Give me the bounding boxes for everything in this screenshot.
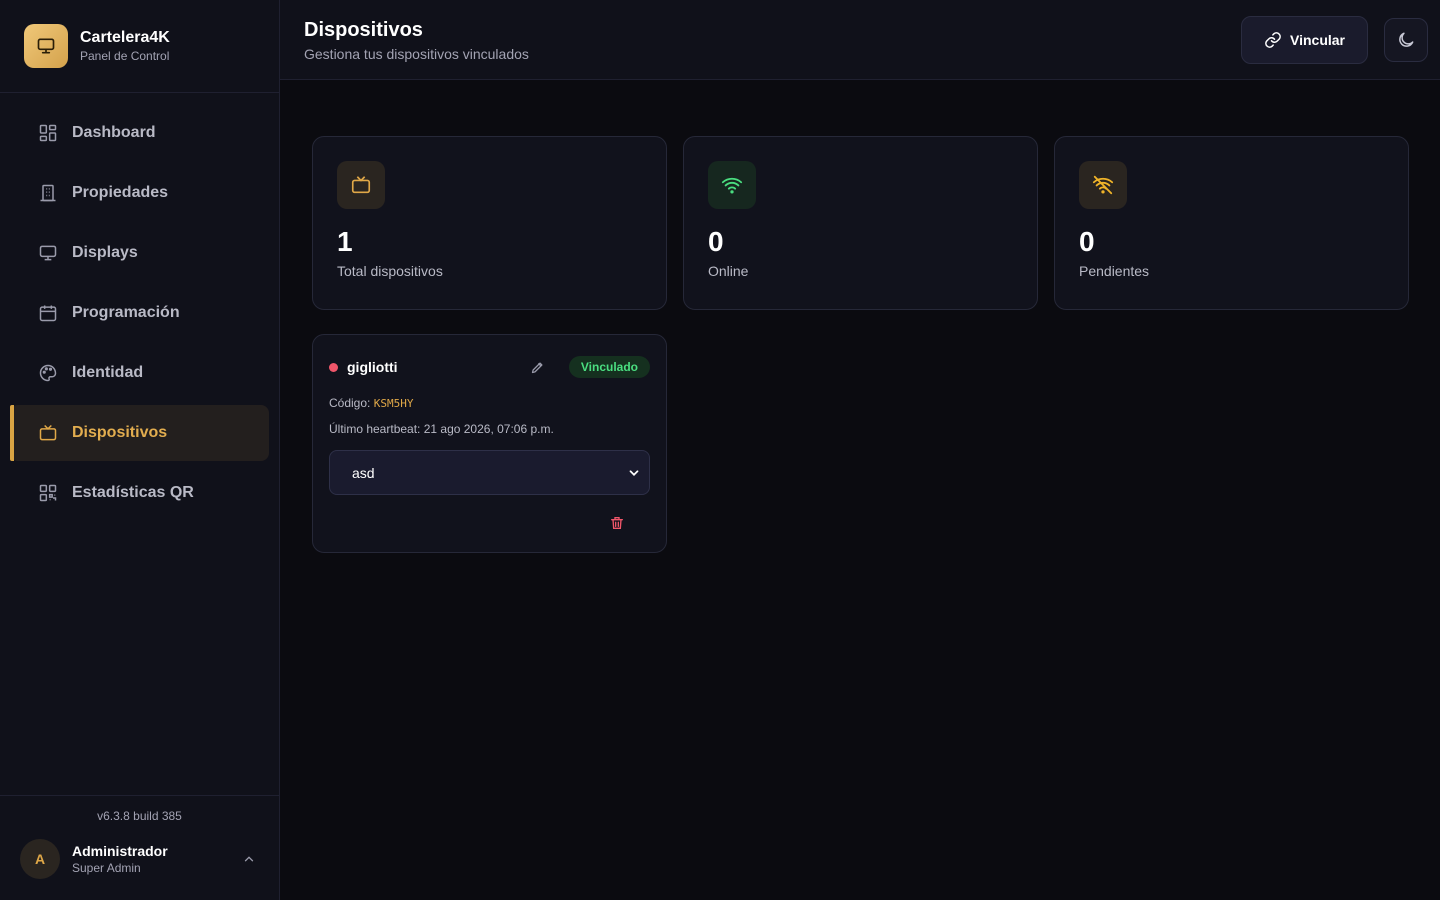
status-dot [329,362,338,372]
sidebar-item-label: Dashboard [72,124,156,141]
monitor-logo-icon [24,24,68,68]
link-device-label: Vincular [1290,31,1345,48]
monitor-icon [38,243,58,263]
pencil-icon[interactable] [529,358,547,376]
brand-title: Cartelera4K [80,29,170,46]
trash-icon[interactable] [608,514,626,532]
device-code: Código: KSM5HY [329,395,650,412]
stat-label: Total dispositivos [337,263,443,279]
display-select[interactable]: asd [329,450,650,495]
stat-label: Online [708,263,749,279]
sidebar-footer: v6.3.8 build 385 A Administrador Super A… [0,795,279,900]
brand: Cartelera4K Panel de Control [0,0,279,93]
avatar: A [20,839,60,879]
palette-icon [38,363,58,383]
moon-icon [1396,30,1416,50]
sidebar-item-label: Dispositivos [72,424,168,441]
qr-code-icon [38,483,58,503]
sidebar-item-identidad[interactable]: Identidad [10,345,269,401]
status-badge: Vinculado [568,356,650,378]
device-heartbeat: Último heartbeat: 21 ago 2026, 07:06 p.m… [329,422,554,436]
tv-icon [38,423,58,443]
stat-value: 0 [1079,226,1095,257]
page-title: Dispositivos [304,18,423,41]
sidebar: Cartelera4K Panel de Control Dashboard P… [0,0,280,900]
wifi-off-icon [1079,161,1127,209]
user-role: Super Admin [72,861,141,875]
stat-label: Pendientes [1079,263,1150,279]
tv-icon [337,161,385,209]
chevron-up-icon[interactable] [239,849,259,869]
sidebar-item-displays[interactable]: Displays [10,225,269,281]
sidebar-item-programacion[interactable]: Programación [10,285,269,341]
brand-subtitle: Panel de Control [80,49,170,63]
link-icon [1264,31,1282,49]
sidebar-item-propiedades[interactable]: Propiedades [10,165,269,221]
wifi-icon [708,161,756,209]
dashboard-grid-icon [38,123,58,143]
theme-toggle-button[interactable] [1384,17,1428,62]
stat-card-online: 0 Online [683,136,1038,310]
chevron-down-icon [627,466,641,480]
link-device-button[interactable]: Vincular [1241,15,1368,64]
stat-value: 0 [708,226,724,257]
display-select-value: asd [352,464,375,481]
code-value: KSM5HY [373,397,414,410]
device-name: gigliotti [347,359,398,375]
sidebar-item-dispositivos[interactable]: Dispositivos [10,405,269,461]
stat-card-total: 1 Total dispositivos [312,136,667,310]
building-icon [38,183,58,203]
sidebar-item-label: Displays [72,244,138,261]
page-subtitle: Gestiona tus dispositivos vinculados [304,45,529,62]
user-menu[interactable]: A Administrador Super Admin [0,839,279,879]
device-card: gigliotti Vinculado Código: KSM5HY Últim… [312,334,667,553]
sidebar-item-estadisticas-qr[interactable]: Estadísticas QR [10,465,269,521]
stat-card-pending: 0 Pendientes [1054,136,1409,310]
sidebar-item-label: Identidad [72,364,144,381]
sidebar-item-dashboard[interactable]: Dashboard [10,105,269,161]
page-header: Dispositivos Gestiona tus dispositivos v… [280,0,1440,80]
stat-value: 1 [337,226,353,257]
sidebar-item-label: Estadísticas QR [72,484,194,501]
stats-row: 1 Total dispositivos 0 Online 0 Pendient… [312,136,1409,310]
user-name: Administrador [72,843,168,859]
calendar-icon [38,303,58,323]
sidebar-nav: Dashboard Propiedades Displays Programac… [0,93,279,521]
sidebar-item-label: Propiedades [72,184,169,201]
app-version: v6.3.8 build 385 [97,809,182,823]
sidebar-item-label: Programación [72,304,180,321]
code-label: Código: [329,396,371,410]
